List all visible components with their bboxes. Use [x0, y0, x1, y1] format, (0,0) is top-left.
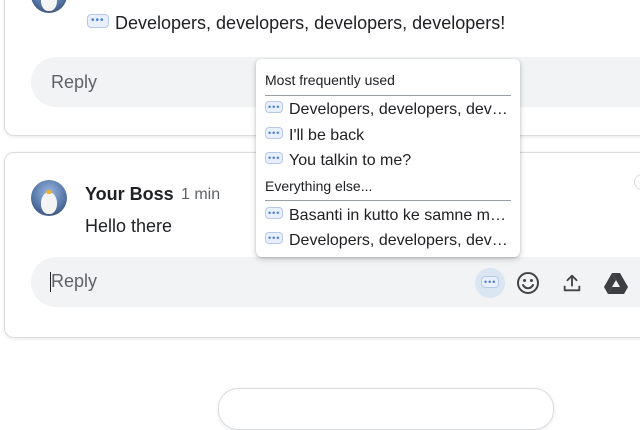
drive-icon — [604, 273, 628, 294]
author-name: Your Boss — [85, 184, 174, 204]
menu-section-else: Everything else... — [265, 178, 373, 194]
speech-bubble-icon: ••• — [265, 127, 283, 141]
avatar — [31, 180, 67, 216]
message-text: ••• Developers, developers, developers, d… — [87, 13, 505, 34]
speech-bubble-icon: ••• — [87, 14, 109, 31]
message-text: Hello there — [85, 216, 173, 236]
emoji-button[interactable] — [513, 268, 543, 298]
menu-divider — [265, 200, 511, 201]
compose-card[interactable] — [218, 388, 554, 430]
menu-item[interactable]: •••Basanti in kutto ke samne mat nachna — [265, 204, 511, 228]
speech-bubble-icon: ••• — [265, 101, 283, 115]
quick-reply-menu: Most frequently used ••• Developers, deve… — [256, 59, 520, 257]
reply-field[interactable]: Reply ••• — [31, 257, 640, 307]
quick-reply-button[interactable]: ••• — [475, 268, 505, 298]
speech-bubble-icon: ••• — [265, 232, 283, 246]
menu-item[interactable]: ••• I'll be back — [265, 124, 511, 148]
reply-placeholder: Reply — [51, 72, 98, 92]
menu-item[interactable]: •••Developers, developers, developers, d… — [265, 98, 511, 122]
speech-bubble-icon: ••• — [481, 276, 499, 290]
menu-item[interactable]: •••Developers, developers, developers, d… — [265, 229, 511, 253]
reply-placeholder: Reply — [51, 271, 98, 291]
speech-bubble-icon: ••• — [265, 152, 283, 166]
speech-bubble-icon: ••• — [265, 207, 283, 221]
message-time: 1 min — [181, 186, 221, 203]
upload-icon — [563, 274, 581, 292]
menu-divider — [265, 95, 511, 96]
avatar — [31, 0, 67, 13]
menu-item[interactable]: ••• You talkin to me? — [265, 149, 511, 173]
menu-section-frequent: Most frequently used — [265, 72, 395, 88]
upload-button[interactable] — [557, 268, 587, 298]
drive-button[interactable] — [601, 268, 631, 298]
smiley-icon — [517, 272, 539, 294]
